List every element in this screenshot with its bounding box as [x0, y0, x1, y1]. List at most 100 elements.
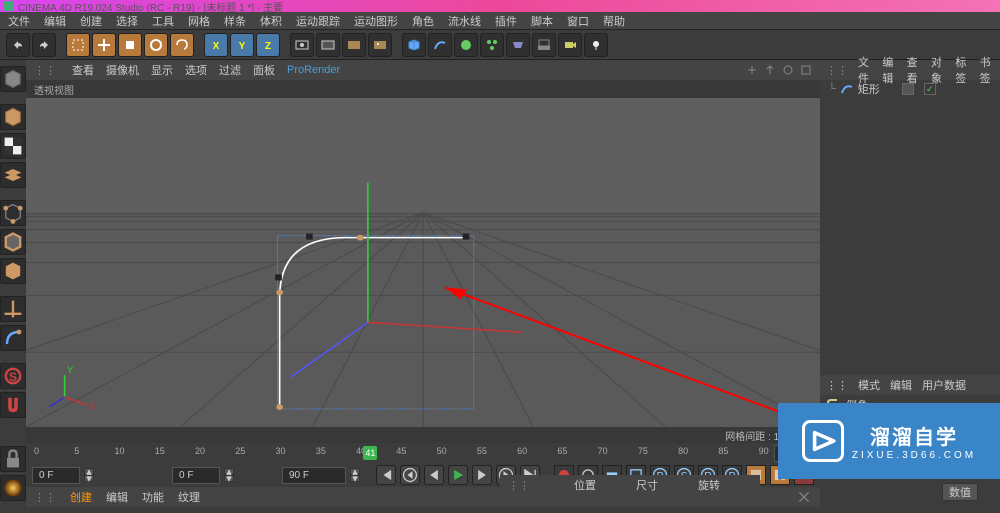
- texture-mode[interactable]: [0, 133, 26, 159]
- vp-menu-view[interactable]: 查看: [72, 62, 94, 78]
- time-ruler[interactable]: 0 5 10 15 20 25 30 35 40 41 45 50 55 60 …: [34, 444, 766, 462]
- menu-edit[interactable]: 编辑: [44, 13, 66, 29]
- vp-menu-options[interactable]: 选项: [185, 62, 207, 78]
- menu-mograph[interactable]: 运动图形: [354, 13, 398, 29]
- rotate-tool[interactable]: [144, 33, 168, 57]
- attr-menu-mode[interactable]: 模式: [858, 377, 880, 393]
- play-button[interactable]: [448, 465, 468, 485]
- lock-tool[interactable]: [0, 446, 26, 472]
- vp-menu-camera[interactable]: 摄像机: [106, 62, 139, 78]
- drag-handle-icon[interactable]: ⋮⋮: [826, 379, 848, 392]
- vp-nav-icon2[interactable]: [764, 64, 776, 76]
- drag-handle-icon[interactable]: ⋮⋮: [508, 479, 530, 492]
- menu-select[interactable]: 选择: [116, 13, 138, 29]
- drag-handle-icon[interactable]: ⋮⋮: [34, 491, 56, 504]
- tab-create[interactable]: 创建: [70, 489, 92, 505]
- menu-volume[interactable]: 体积: [260, 13, 282, 29]
- menu-pipeline[interactable]: 流水线: [448, 13, 481, 29]
- tab-texture[interactable]: 纹理: [178, 489, 200, 505]
- render-region-button[interactable]: [316, 33, 340, 57]
- workplane-mode[interactable]: [0, 162, 26, 188]
- vp-menu-display[interactable]: 显示: [151, 62, 173, 78]
- prev-frame-button[interactable]: [424, 465, 444, 485]
- menu-spline[interactable]: 样条: [224, 13, 246, 29]
- tick: 55: [477, 446, 487, 456]
- tick: 15: [155, 446, 165, 456]
- menu-mesh[interactable]: 网格: [188, 13, 210, 29]
- point-mode[interactable]: [0, 200, 26, 226]
- visibility-editor[interactable]: [902, 83, 914, 95]
- goto-start-button[interactable]: [376, 465, 396, 485]
- magnet-tool[interactable]: [0, 392, 26, 418]
- object-name[interactable]: 矩形: [858, 81, 880, 97]
- undo-button[interactable]: [6, 33, 30, 57]
- object-mode[interactable]: [0, 104, 26, 130]
- vp-menu-panel[interactable]: 面板: [253, 62, 275, 78]
- viewport-3d[interactable]: Y X: [26, 98, 820, 427]
- camera-button[interactable]: [558, 33, 582, 57]
- menu-help[interactable]: 帮助: [603, 13, 625, 29]
- prorender-button[interactable]: ProRender: [287, 64, 340, 76]
- next-frame-button[interactable]: [472, 465, 492, 485]
- spin-down[interactable]: ▾: [350, 475, 360, 482]
- cube-primitive[interactable]: [402, 33, 426, 57]
- tick: 80: [678, 446, 688, 456]
- menu-create[interactable]: 创建: [80, 13, 102, 29]
- prev-key-button[interactable]: [400, 465, 420, 485]
- deformer-button[interactable]: [506, 33, 530, 57]
- mograph-button[interactable]: [480, 33, 504, 57]
- snap-toggle[interactable]: S: [0, 363, 26, 389]
- current-frame-field[interactable]: 0 F: [172, 467, 220, 484]
- redo-button[interactable]: [32, 33, 56, 57]
- vp-nav-icon4[interactable]: [800, 64, 812, 76]
- menu-window[interactable]: 窗口: [567, 13, 589, 29]
- menu-tracking[interactable]: 运动跟踪: [296, 13, 340, 29]
- y-axis-button[interactable]: Y: [230, 33, 254, 57]
- model-mode[interactable]: [0, 66, 26, 92]
- nurbs-button[interactable]: [454, 33, 478, 57]
- z-axis-button[interactable]: Z: [256, 33, 280, 57]
- menu-plugins[interactable]: 插件: [495, 13, 517, 29]
- menu-character[interactable]: 角色: [412, 13, 434, 29]
- value-button[interactable]: 数值: [942, 483, 978, 501]
- vp-nav-icon3[interactable]: [782, 64, 794, 76]
- vp-nav-icon1[interactable]: [746, 64, 758, 76]
- vp-menu-filter[interactable]: 过滤: [219, 62, 241, 78]
- spin-down[interactable]: ▾: [224, 475, 234, 482]
- attr-menu-edit[interactable]: 编辑: [890, 377, 912, 393]
- drag-handle-icon[interactable]: ⋮⋮: [826, 64, 848, 77]
- tweak-tool[interactable]: [0, 325, 26, 351]
- tab-function[interactable]: 功能: [142, 489, 164, 505]
- material-sphere[interactable]: [0, 475, 26, 501]
- spline-primitive[interactable]: [428, 33, 452, 57]
- select-tool[interactable]: [66, 33, 90, 57]
- axis-tool[interactable]: [0, 296, 26, 322]
- drag-handle-icon[interactable]: ⋮⋮: [34, 64, 56, 77]
- attr-menu-userdata[interactable]: 用户数据: [922, 377, 966, 393]
- end-frame-field[interactable]: 90 F: [282, 467, 346, 484]
- light-button[interactable]: [584, 33, 608, 57]
- svg-text:Y: Y: [239, 41, 246, 52]
- start-frame-field[interactable]: 0 F: [32, 467, 80, 484]
- expand-icon[interactable]: └: [828, 83, 836, 95]
- polygon-mode[interactable]: [0, 258, 26, 284]
- picture-viewer-button[interactable]: [368, 33, 392, 57]
- menu-tools[interactable]: 工具: [152, 13, 174, 29]
- x-axis-button[interactable]: X: [204, 33, 228, 57]
- edge-mode[interactable]: [0, 229, 26, 255]
- timeline[interactable]: 0 5 10 15 20 25 30 35 40 41 45 50 55 60 …: [26, 443, 820, 463]
- move-tool[interactable]: [92, 33, 116, 57]
- tab-edit[interactable]: 编辑: [106, 489, 128, 505]
- menu-file[interactable]: 文件: [8, 13, 30, 29]
- playhead[interactable]: 41: [363, 446, 377, 460]
- object-row-rectangle[interactable]: └ 矩形 ✓: [820, 80, 1000, 98]
- scale-tool[interactable]: [118, 33, 142, 57]
- panel-close-icon[interactable]: [796, 489, 812, 505]
- spin-down[interactable]: ▾: [84, 475, 94, 482]
- menu-script[interactable]: 脚本: [531, 13, 553, 29]
- render-view-button[interactable]: [290, 33, 314, 57]
- visibility-render[interactable]: ✓: [924, 83, 936, 95]
- environment-button[interactable]: [532, 33, 556, 57]
- render-settings-button[interactable]: [342, 33, 366, 57]
- lasso-tool[interactable]: [170, 33, 194, 57]
